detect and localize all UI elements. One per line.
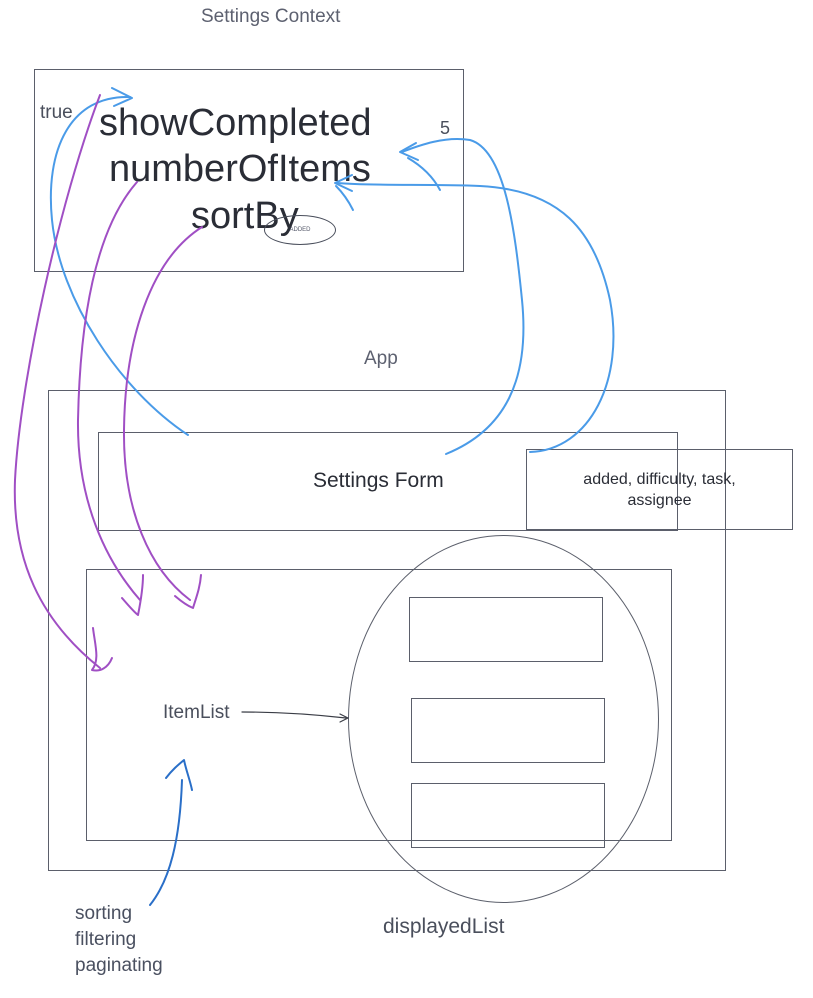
displayed-item-2 xyxy=(411,698,605,763)
settings-form-label: Settings Form xyxy=(313,469,444,492)
sort-by-value-ellipse: ADDED xyxy=(264,215,336,245)
app-title: App xyxy=(364,348,398,369)
item-list-label: ItemList xyxy=(163,702,230,723)
note-sorting: sorting xyxy=(75,903,133,924)
number-of-items-value: 5 xyxy=(440,118,451,138)
displayed-list-label: displayedList xyxy=(383,915,505,938)
list-operations-notes: sorting filtering paginating xyxy=(75,901,163,979)
sort-options-text: added, difficulty, task, assignee xyxy=(583,470,736,509)
note-filtering: filtering xyxy=(75,929,137,950)
sort-by-value: ADDED xyxy=(289,227,311,233)
settings-context-title: Settings Context xyxy=(201,6,341,27)
sort-options-box: added, difficulty, task, assignee xyxy=(526,449,793,530)
show-completed-value: true xyxy=(40,102,73,123)
displayed-item-1 xyxy=(409,597,603,662)
note-paginating: paginating xyxy=(75,955,163,976)
displayed-item-3 xyxy=(411,783,605,848)
show-completed-field: showCompleted xyxy=(99,102,372,144)
number-of-items-field: numberOfItems xyxy=(109,148,371,190)
